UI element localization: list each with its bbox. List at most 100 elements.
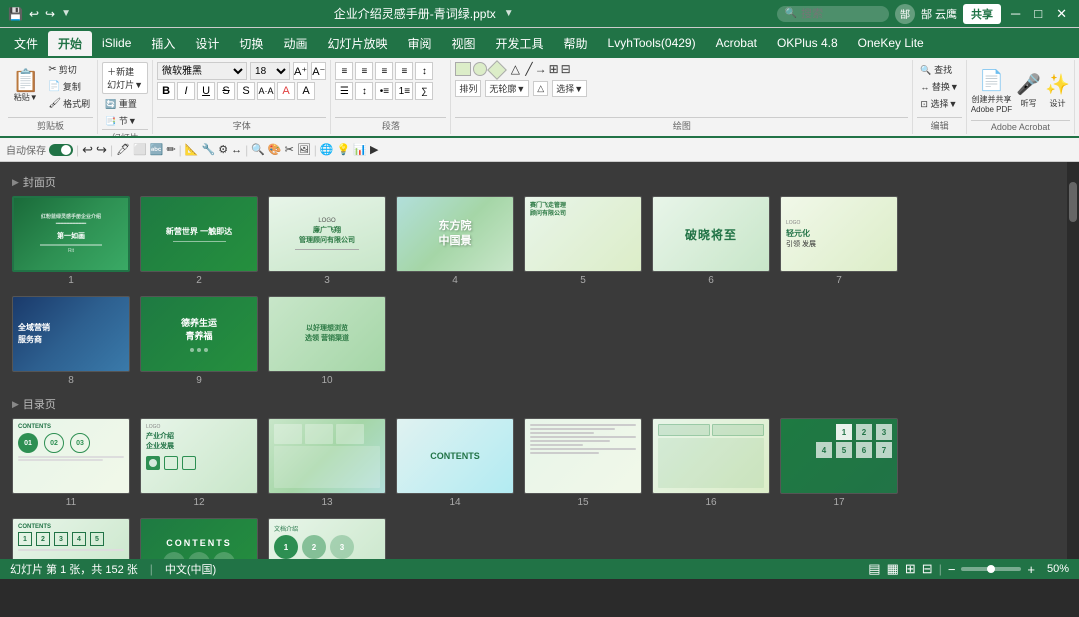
menu-insert[interactable]: 插入	[141, 31, 185, 56]
tb-icon9[interactable]: 🔍	[251, 143, 265, 156]
create-share-btn[interactable]: 📄 创建并共享Adobe PDF	[971, 68, 1012, 114]
redo-icon[interactable]: ↪	[45, 7, 55, 21]
menu-view[interactable]: 视图	[441, 31, 485, 56]
font-family-select[interactable]: 微软雅黑	[157, 62, 247, 80]
shape-rect[interactable]	[455, 62, 471, 76]
zoom-slider[interactable]	[961, 567, 1021, 571]
dictate-btn[interactable]: 🎤 听写	[1016, 72, 1041, 109]
bullet-btn[interactable]: •≡	[375, 82, 393, 100]
share-button[interactable]: 共享	[963, 4, 1001, 24]
increase-font-btn[interactable]: A⁺	[293, 62, 308, 80]
zoom-in-btn[interactable]: +	[1027, 562, 1035, 577]
tb-icon6[interactable]: 🔧	[201, 143, 215, 156]
view-outline-icon[interactable]: ▦	[887, 561, 899, 577]
arrange-btn[interactable]: 排列	[455, 80, 481, 97]
tb-icon4[interactable]: ✏	[166, 143, 175, 156]
format-painter-btn[interactable]: 🖌格式刷	[45, 96, 93, 111]
replace-btn[interactable]: ↔ 替换▼	[917, 79, 961, 94]
tb-icon14[interactable]: 💡	[337, 143, 351, 156]
slide-item-2[interactable]: 新营世界 一触即达 2	[140, 196, 258, 286]
numbering-btn[interactable]: 1≡	[395, 82, 413, 100]
quick-save-icon[interactable]: 💾	[8, 7, 23, 21]
view-reading-icon[interactable]: ⊟	[922, 561, 933, 577]
undo-icon[interactable]: ↩	[29, 7, 39, 21]
italic-btn[interactable]: I	[177, 82, 195, 100]
slide-item-4[interactable]: 东方院中国景 4	[396, 196, 514, 286]
font-color-btn[interactable]: A	[277, 82, 295, 100]
tb-icon5[interactable]: 📐	[185, 143, 199, 156]
menu-review[interactable]: 审阅	[397, 31, 441, 56]
slide-panel[interactable]: ▶ 封面页 红粉蓝绿灵感手册企业介绍━━━━━━━━━━ 第一如画 Rit 1	[0, 162, 1067, 559]
undo-toolbar-icon[interactable]: ↩	[82, 142, 93, 158]
slide-item-8[interactable]: 全域营销服务商 8	[12, 296, 130, 386]
convert-btn[interactable]: ∑	[415, 82, 433, 100]
close-button[interactable]: ✕	[1052, 6, 1071, 22]
shape-more[interactable]: ⊞	[549, 62, 559, 78]
menu-lvyhtools[interactable]: LvyhTools(0429)	[598, 32, 706, 54]
underline-btn[interactable]: U	[197, 82, 215, 100]
slide-item-20[interactable]: 文档介绍 1 2 3 20	[268, 518, 386, 559]
shape-diamond[interactable]	[487, 60, 507, 80]
section-btn[interactable]: 📑 节▼	[102, 113, 148, 128]
highlight-btn[interactable]: A	[297, 82, 315, 100]
shape-circle[interactable]	[473, 62, 487, 76]
tb-icon2[interactable]: ⬜	[133, 143, 147, 156]
search-input[interactable]	[801, 8, 881, 20]
slide-item-18[interactable]: CONTENTS 1 2 3 4 5 18	[12, 518, 130, 559]
slide-item-11[interactable]: CONTENTS 01 02 03 11	[12, 418, 130, 508]
redo-toolbar-icon[interactable]: ↪	[96, 142, 107, 158]
slide-item-16[interactable]: 16	[652, 418, 770, 508]
slide-item-12[interactable]: LOGO 产业介绍企业发展 12	[140, 418, 258, 508]
shape-arrow[interactable]: →	[535, 62, 547, 78]
tb-icon3[interactable]: 🔤	[150, 143, 164, 156]
shadow-btn[interactable]: S	[237, 82, 255, 100]
shape-line[interactable]: ╱	[525, 62, 532, 78]
tb-icon12[interactable]: 🖼	[297, 143, 311, 156]
tb-icon11[interactable]: ✂	[285, 143, 294, 156]
menu-acrobat[interactable]: Acrobat	[706, 32, 767, 54]
menu-help[interactable]: 帮助	[554, 31, 598, 56]
view-slide-sorter-icon[interactable]: ⊞	[905, 561, 916, 577]
section-toggle-toc[interactable]: ▶	[12, 399, 19, 410]
align-center-btn[interactable]: ≡	[355, 62, 373, 80]
bold-btn[interactable]: B	[157, 82, 175, 100]
view-normal-icon[interactable]: ▤	[868, 561, 880, 577]
minimize-button[interactable]: ─	[1007, 6, 1024, 21]
slide-item-6[interactable]: 破晓将至 6	[652, 196, 770, 286]
menu-okplus[interactable]: OKPlus 4.8	[767, 32, 848, 54]
align-left-btn[interactable]: ≡	[335, 62, 353, 80]
font-size-select[interactable]: 18	[250, 62, 290, 80]
select-btn[interactable]: ⊡ 选择▼	[917, 96, 960, 111]
slide-item-19[interactable]: CONTENTS 01 02 03 19	[140, 518, 258, 559]
justify-btn[interactable]: ≡	[395, 62, 413, 80]
reset-btn[interactable]: 🔄 重置	[102, 96, 148, 111]
tb-icon13[interactable]: 🌐	[320, 143, 334, 156]
cut-btn[interactable]: ✂剪切	[45, 62, 93, 77]
decrease-font-btn[interactable]: A⁻	[311, 62, 326, 80]
right-scrollbar[interactable]	[1067, 162, 1079, 559]
qa-dropdown-icon[interactable]: ▼	[61, 8, 71, 19]
slide-item-10[interactable]: 以好理想浏览选领 营销渠道 10	[268, 296, 386, 386]
menu-home[interactable]: 开始	[48, 31, 92, 56]
line-spacing-btn[interactable]: ↕	[355, 82, 373, 100]
section-toggle-cover[interactable]: ▶	[12, 177, 19, 188]
shape-fill-btn[interactable]: △	[533, 81, 548, 96]
menu-design[interactable]: 设计	[185, 31, 229, 56]
paste-btn[interactable]: 📋 粘贴▼	[8, 68, 43, 105]
align-right-btn[interactable]: ≡	[375, 62, 393, 80]
slide-item-9[interactable]: 德养生运青养福 9	[140, 296, 258, 386]
menu-slideshow[interactable]: 幻灯片放映	[317, 31, 397, 56]
menu-file[interactable]: 文件	[4, 31, 48, 56]
slide-item-1[interactable]: 红粉蓝绿灵感手册企业介绍━━━━━━━━━━ 第一如画 Rit 1	[12, 196, 130, 286]
slide-item-14[interactable]: CONTENTS 14	[396, 418, 514, 508]
tb-icon10[interactable]: 🎨	[268, 143, 282, 156]
slide-item-17[interactable]: 1 2 3 4 5 6 7 17	[780, 418, 898, 508]
design-ideas-btn[interactable]: ✨ 设计	[1045, 72, 1070, 109]
tb-icon1[interactable]: 🖊	[116, 143, 130, 156]
menu-developer[interactable]: 开发工具	[486, 31, 554, 56]
new-slide-btn[interactable]: ＋新建幻灯片▼	[102, 62, 148, 94]
copy-btn[interactable]: 📄复制	[45, 79, 93, 94]
zoom-out-btn[interactable]: −	[948, 562, 956, 577]
menu-transition[interactable]: 切换	[229, 31, 273, 56]
menu-islide[interactable]: iSlide	[92, 32, 141, 54]
